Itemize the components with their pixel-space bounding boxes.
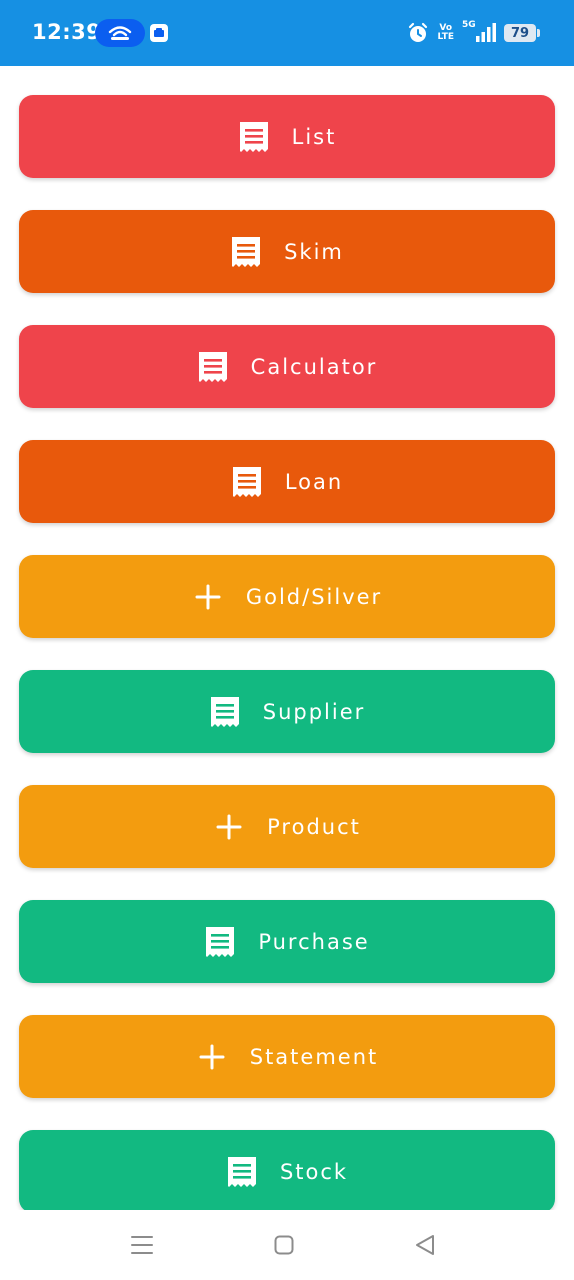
- notification-app-icon: [150, 24, 168, 42]
- menu-button-skim[interactable]: Skim: [19, 210, 555, 293]
- menu-button-stock[interactable]: Stock: [19, 1130, 555, 1213]
- menu-button-statement[interactable]: Statement: [19, 1015, 555, 1098]
- menu-button-label: Supplier: [262, 699, 366, 724]
- menu-button-label: Skim: [284, 239, 344, 264]
- volte-icon: Vo LTE: [437, 23, 454, 42]
- menu-button-label: Gold/Silver: [245, 584, 383, 609]
- menu-button-calculator[interactable]: Calculator: [19, 325, 555, 408]
- network-type: 5G: [462, 20, 476, 30]
- battery-level: 79: [510, 25, 530, 41]
- hotspot-indicator[interactable]: [95, 19, 145, 47]
- alarm-icon: [409, 22, 428, 42]
- receipt-icon: [209, 696, 241, 728]
- menu-button-list[interactable]: List: [19, 95, 555, 178]
- system-nav-bar: [0, 1210, 574, 1280]
- menu-button-purchase[interactable]: Purchase: [19, 900, 555, 983]
- recent-apps-button[interactable]: [127, 1230, 157, 1260]
- home-button[interactable]: [269, 1230, 299, 1260]
- receipt-icon: [238, 121, 270, 153]
- receipt-icon: [197, 351, 229, 383]
- status-icons: Vo LTE 5G 79: [407, 20, 540, 46]
- plus-icon: [213, 811, 245, 843]
- receipt-icon: [231, 466, 263, 498]
- back-button[interactable]: [410, 1230, 440, 1260]
- menu-button-label: Purchase: [258, 929, 370, 954]
- receipt-icon: [230, 236, 262, 268]
- menu-button-gold-silver[interactable]: Gold/Silver: [19, 555, 555, 638]
- battery-icon: 79: [504, 24, 540, 42]
- status-bar: 12:39 Vo LTE 5G 79: [0, 0, 574, 66]
- back-triangle-icon: [416, 1235, 434, 1255]
- menu-button-product[interactable]: Product: [19, 785, 555, 868]
- menu-button-label: Statement: [249, 1044, 379, 1069]
- menu-button-loan[interactable]: Loan: [19, 440, 555, 523]
- wifi-hotspot-icon: [108, 26, 132, 40]
- status-time: 12:39: [32, 20, 102, 44]
- menu-button-label: Product: [267, 814, 361, 839]
- menu-button-supplier[interactable]: Supplier: [19, 670, 555, 753]
- home-square-icon: [274, 1235, 294, 1255]
- menu-button-label: Calculator: [250, 354, 378, 379]
- menu-button-label: Stock: [279, 1159, 349, 1184]
- menu-button-label: Loan: [284, 469, 344, 494]
- signal-icon: 5G: [462, 20, 496, 44]
- menu-lines-icon: [131, 1236, 153, 1254]
- plus-icon: [196, 1041, 228, 1073]
- menu-button-label: List: [291, 124, 337, 149]
- plus-icon: [192, 581, 224, 613]
- receipt-icon: [204, 926, 236, 958]
- receipt-icon: [226, 1156, 258, 1188]
